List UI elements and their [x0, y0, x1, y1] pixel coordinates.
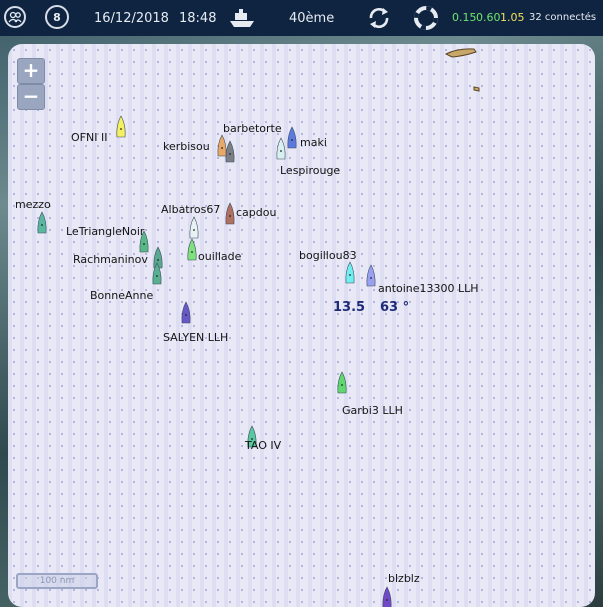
boat-marker[interactable]	[151, 262, 163, 286]
lifebuoy-icon[interactable]	[413, 5, 439, 35]
speed-high: 1.05	[500, 11, 525, 24]
compass-icon[interactable]: 8	[45, 5, 69, 29]
boat-label: capdou	[236, 206, 277, 219]
boat-marker[interactable]	[275, 137, 287, 161]
count-badge: 8	[53, 10, 61, 24]
wind-direction: 63 °	[380, 300, 410, 315]
island-shape	[444, 48, 480, 92]
boat-label: blzblz	[388, 572, 420, 585]
boat-marker[interactable]	[188, 216, 200, 240]
speed-low: 0.15	[452, 11, 477, 24]
boat-label: TAO IV	[245, 439, 282, 452]
boat-marker[interactable]	[115, 115, 127, 139]
connected-count: 32 connectés	[529, 12, 597, 23]
boat-label: maki	[300, 136, 327, 149]
time-label: 18:48	[179, 11, 217, 26]
boat-label: ouillade	[198, 250, 242, 263]
boat-label: LeTriangleNoir	[66, 225, 145, 238]
race-map[interactable]: + − OFNI II barbetorte kerbisou maki Les…	[8, 44, 595, 607]
wind-speed: 13.5	[333, 300, 366, 315]
speed-mid: 0.60	[476, 11, 501, 24]
boat-label: SALYEN LLH	[163, 331, 229, 344]
boat-marker[interactable]	[186, 238, 198, 262]
boat-label: bogillou83	[299, 249, 357, 262]
boat-label: mezzo	[15, 198, 51, 211]
boat-label: antoine13300 LLH	[378, 282, 479, 295]
boat-label: Lespirouge	[280, 164, 341, 177]
boat-marker[interactable]	[286, 126, 298, 150]
boat-marker[interactable]	[344, 261, 356, 285]
scale-bar: 100 nm	[16, 573, 98, 589]
boat-marker[interactable]	[36, 211, 48, 235]
boat-marker[interactable]	[381, 586, 393, 607]
boat-marker[interactable]	[180, 301, 192, 325]
zoom-out-button[interactable]: −	[17, 84, 45, 110]
boat-label: Garbi3 LLH	[342, 404, 403, 417]
top-bar: 8 16/12/2018 18:48 40ème 0.15 0.60 1.05 …	[0, 0, 603, 36]
zoom-in-button[interactable]: +	[17, 58, 45, 84]
boat-label: barbetorte	[223, 122, 282, 135]
boat-marker[interactable]	[365, 264, 377, 288]
boat-label: Rachmaninov	[73, 253, 148, 266]
users-icon[interactable]	[4, 6, 26, 28]
refresh-icon[interactable]	[366, 5, 392, 35]
date-label: 16/12/2018	[94, 11, 169, 26]
boat-label: OFNI II	[71, 131, 108, 144]
boat-marker[interactable]	[224, 202, 236, 226]
boat-marker[interactable]	[216, 134, 228, 158]
boat-label: kerbisou	[163, 140, 210, 153]
boat-label: BonneAnne	[90, 289, 154, 302]
boat-marker[interactable]	[336, 371, 348, 395]
boat-label: Albatros67	[161, 203, 221, 216]
rank-label: 40ème	[289, 11, 335, 26]
boat-icon[interactable]	[226, 7, 258, 33]
